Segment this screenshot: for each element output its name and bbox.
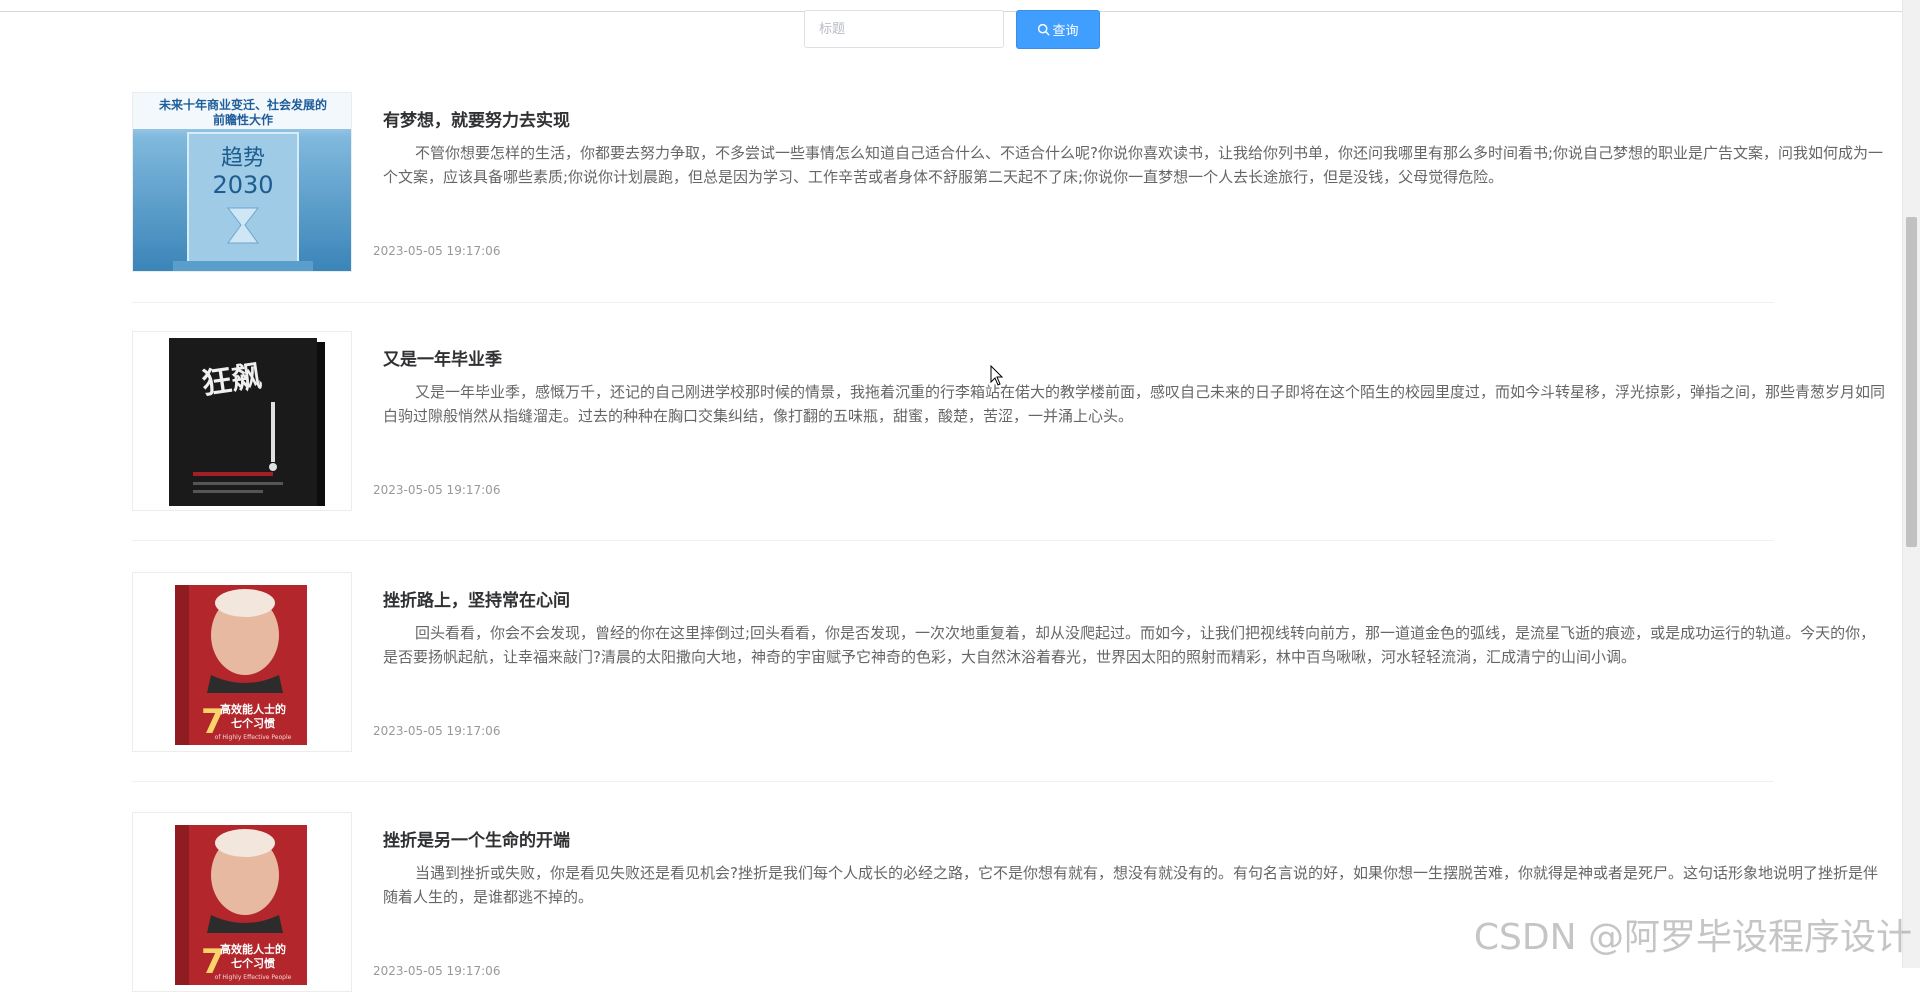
article-time: 2023-05-05 19:17:06 (373, 244, 501, 258)
article-item[interactable]: 未来十年商业变迁、社会发展的 前瞻性大作 趋势 2030 有梦想，就要努力去实现… (132, 92, 1883, 272)
book-cover-trend-2030: 未来十年商业变迁、社会发展的 前瞻性大作 趋势 2030 (133, 93, 351, 271)
article-item[interactable]: 7 高效能人士的 七个习惯 of Highly Effective People… (132, 572, 1875, 752)
article-item[interactable]: 狂飙 又是一年毕业季 又是一年毕业季，感慨万千，还记的自己刚进学校那时候的情景，… (132, 331, 1885, 511)
cover-title-line1: 高效能人士的 (220, 702, 286, 716)
article-item[interactable]: 7 高效能人士的 七个习惯 of Highly Effective People… (132, 812, 1878, 992)
article-title[interactable]: 挫折路上，坚持常在心间 (383, 586, 570, 611)
book-cover-kuangbiao: 狂飙 (133, 332, 351, 510)
cover-subtitle: of Highly Effective People (215, 734, 292, 741)
cover-year-text: 2030 (212, 171, 273, 199)
article-title[interactable]: 挫折是另一个生命的开端 (383, 826, 570, 851)
article-time: 2023-05-05 19:17:06 (373, 964, 501, 978)
article-summary: 不管你想要怎样的生活，你都要去努力争取，不多尝试一些事情怎么知道自己适合什么、不… (383, 144, 1884, 186)
search-title-input[interactable] (804, 10, 1004, 48)
mouse-cursor-icon (990, 365, 1004, 386)
cover-subtitle: of Highly Effective People (215, 974, 292, 981)
watermark: CSDN @阿罗毕设程序设计 (1473, 917, 1912, 958)
article-cover[interactable]: 狂飙 (132, 331, 352, 511)
article-cover[interactable]: 未来十年商业变迁、社会发展的 前瞻性大作 趋势 2030 (132, 92, 352, 272)
article-summary: 又是一年毕业季，感慨万千，还记的自己刚进学校那时候的情景，我拖着沉重的行李箱站在… (383, 383, 1886, 425)
article-time: 2023-05-05 19:17:06 (373, 483, 501, 497)
article-cover[interactable]: 7 高效能人士的 七个习惯 of Highly Effective People (132, 812, 352, 992)
book-cover-seven-habits: 7 高效能人士的 七个习惯 of Highly Effective People (133, 573, 351, 751)
article-title[interactable]: 又是一年毕业季 (383, 345, 502, 370)
cover-banner-line2: 前瞻性大作 (213, 112, 273, 127)
book-cover-seven-habits: 7 高效能人士的 七个习惯 of Highly Effective People (133, 813, 351, 991)
divider (132, 540, 1774, 541)
article-cover[interactable]: 7 高效能人士的 七个习惯 of Highly Effective People (132, 572, 352, 752)
divider (132, 781, 1774, 782)
cover-banner-line1: 未来十年商业变迁、社会发展的 (158, 97, 327, 112)
cover-title-line2: 七个习惯 (231, 716, 275, 730)
article-summary: 当遇到挫折或失败，你是看见失败还是看见机会?挫折是我们每个人成长的必经之路，它不… (383, 864, 1878, 906)
search-icon (1038, 23, 1050, 36)
search-button-label: 查询 (1052, 24, 1079, 39)
article-title[interactable]: 有梦想，就要努力去实现 (383, 106, 570, 131)
article-time: 2023-05-05 19:17:06 (373, 724, 501, 738)
cover-title-line1: 高效能人士的 (220, 942, 286, 956)
divider (132, 302, 1774, 303)
article-summary: 回头看看，你会不会发现，曾经的你在这里摔倒过;回头看看，你是否发现，一次次地重复… (383, 624, 1876, 666)
cover-title-text: 趋势 (221, 146, 265, 171)
scrollbar-thumb[interactable] (1906, 217, 1917, 547)
page-scrollbar[interactable] (1902, 0, 1920, 968)
search-button[interactable]: 查询 (1016, 10, 1100, 49)
